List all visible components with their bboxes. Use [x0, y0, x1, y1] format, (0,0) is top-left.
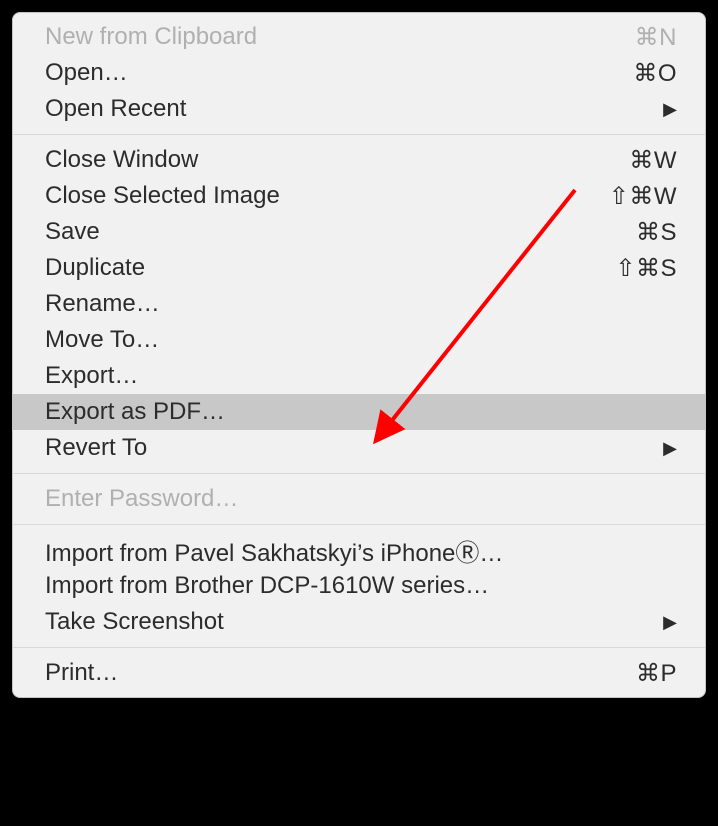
menu-label: Print…	[45, 659, 636, 687]
menu-item-take-screenshot[interactable]: Take Screenshot ▶	[13, 604, 705, 640]
menu-item-close-selected-image[interactable]: Close Selected Image ⇧⌘W	[13, 178, 705, 214]
chevron-right-icon: ▶	[663, 438, 677, 459]
menu-item-print[interactable]: Print… ⌘P	[13, 655, 705, 691]
menu-item-close-window[interactable]: Close Window ⌘W	[13, 142, 705, 178]
menu-label: Import from Brother DCP-1610W series…	[45, 572, 677, 600]
menu-item-open[interactable]: Open… ⌘O	[13, 55, 705, 91]
menu-label: Revert To	[45, 434, 663, 462]
menu-item-enter-password: Enter Password…	[13, 481, 705, 517]
menu-label: New from Clipboard	[45, 23, 635, 51]
menu-item-duplicate[interactable]: Duplicate ⇧⌘S	[13, 250, 705, 286]
menu-label: Duplicate	[45, 254, 615, 282]
menu-item-new-from-clipboard: New from Clipboard ⌘N	[13, 19, 705, 55]
menu-item-export[interactable]: Export…	[13, 358, 705, 394]
menu-label: Open…	[45, 59, 633, 87]
menu-label: Save	[45, 218, 636, 246]
menu-item-import-from-brother[interactable]: Import from Brother DCP-1610W series…	[13, 568, 705, 604]
menu-shortcut: ⇧⌘W	[609, 182, 677, 211]
chevron-right-icon: ▶	[663, 612, 677, 633]
menu-item-import-from-iphone[interactable]: Import from Pavel Sakhatskyi’s iPhoneⓇ…	[13, 532, 705, 568]
menu-label: Take Screenshot	[45, 608, 663, 636]
menu-item-revert-to[interactable]: Revert To ▶	[13, 430, 705, 466]
menu-item-open-recent[interactable]: Open Recent ▶	[13, 91, 705, 127]
menu-separator	[13, 473, 705, 474]
menu-item-save[interactable]: Save ⌘S	[13, 214, 705, 250]
menu-label: Export as PDF…	[45, 398, 677, 426]
menu-shortcut: ⇧⌘S	[615, 254, 677, 283]
menu-label: Enter Password…	[45, 485, 677, 513]
menu-shortcut: ⌘P	[636, 659, 677, 688]
chevron-right-icon: ▶	[663, 99, 677, 120]
menu-separator	[13, 647, 705, 648]
menu-separator	[13, 524, 705, 525]
menu-label: Close Window	[45, 146, 629, 174]
menu-label: Open Recent	[45, 95, 663, 123]
menu-item-rename[interactable]: Rename…	[13, 286, 705, 322]
menu-shortcut: ⌘O	[633, 59, 677, 88]
menu-label: Rename…	[45, 290, 677, 318]
menu-label: Move To…	[45, 326, 677, 354]
context-menu: New from Clipboard ⌘N Open… ⌘O Open Rece…	[12, 12, 706, 698]
menu-shortcut: ⌘W	[629, 146, 677, 175]
menu-label: Import from Pavel Sakhatskyi’s iPhoneⓇ…	[45, 533, 677, 568]
menu-shortcut: ⌘N	[635, 23, 677, 52]
menu-label: Close Selected Image	[45, 182, 609, 210]
menu-separator	[13, 134, 705, 135]
menu-label: Export…	[45, 362, 677, 390]
menu-shortcut: ⌘S	[636, 218, 677, 247]
menu-item-move-to[interactable]: Move To…	[13, 322, 705, 358]
menu-item-export-as-pdf[interactable]: Export as PDF…	[13, 394, 705, 430]
